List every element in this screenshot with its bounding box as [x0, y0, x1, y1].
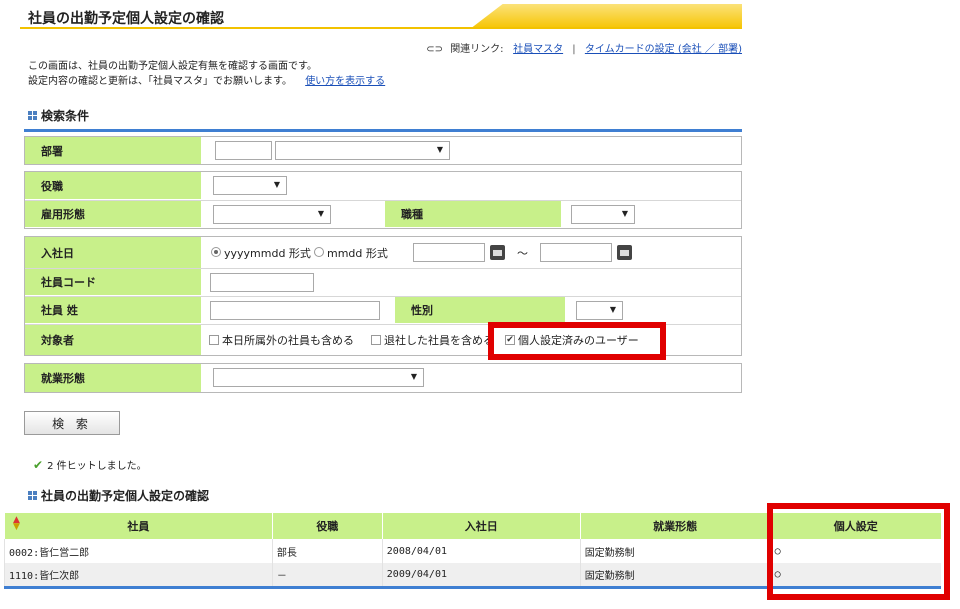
dropdown-arrow-icon: ▼: [273, 180, 280, 189]
description-line-1: この画面は、社員の出勤予定個人設定有無を確認する画面です。: [28, 61, 317, 72]
row-employee-code: 社員コード: [25, 268, 741, 295]
cell-employee: 0002:皆仁営二郎: [4, 539, 273, 563]
hit-count-message: ✔ 2 件ヒットしました。: [33, 457, 147, 473]
search-block-position: 役職 ▼ 雇用形態 ▼ 職種 ▼: [24, 171, 742, 229]
calendar-icon[interactable]: [617, 245, 632, 260]
employment-type-select[interactable]: ▼: [213, 205, 331, 224]
department-code-input[interactable]: [215, 141, 272, 160]
label-target: 対象者: [25, 325, 201, 355]
gender-select[interactable]: ▼: [576, 301, 623, 320]
employee-code-input[interactable]: [210, 273, 314, 292]
date-format-mmdd-label: mmdd 形式: [327, 246, 388, 260]
work-type-select[interactable]: ▼: [213, 368, 424, 387]
job-type-select[interactable]: ▼: [571, 205, 635, 224]
include-retired-checkbox[interactable]: [371, 335, 381, 345]
label-hire-date: 入社日: [25, 237, 201, 268]
row-hire-date: 入社日 yyyymmdd 形式 mmdd 形式 ～: [25, 237, 741, 268]
label-department: 部署: [25, 137, 201, 164]
column-header-position: 役職: [271, 513, 383, 539]
dropdown-arrow-icon: ▼: [410, 372, 417, 381]
results-section-title: 社員の出勤予定個人設定の確認: [28, 487, 209, 504]
row-work-type: 就業形態 ▼: [25, 364, 741, 392]
dropdown-arrow-icon: ▼: [609, 305, 616, 314]
search-button[interactable]: 検 索: [24, 411, 120, 435]
search-top-border: [24, 129, 742, 132]
employee-master-link[interactable]: 社員マスタ: [513, 44, 563, 55]
related-links: ⊂⊃ 関連リンク: 社員マスタ | タイムカードの設定 (会社 ／ 部署): [426, 40, 742, 55]
highlight-personal-setting-column: [767, 503, 950, 600]
row-department: 部署 ▼: [25, 137, 741, 164]
description-line-2: 設定内容の確認と更新は、「社員マスタ」でお願いします。 使い方を表示する: [28, 72, 385, 87]
grid-square-icon: [28, 491, 37, 500]
help-link[interactable]: 使い方を表示する: [305, 76, 385, 87]
chain-link-icon: ⊂⊃: [426, 44, 443, 55]
cell-work-type: 固定勤務制: [579, 539, 771, 563]
cell-position: 部長: [271, 539, 383, 563]
label-employee-code: 社員コード: [25, 269, 201, 295]
include-other-dept-label: 本日所属外の社員も含める: [222, 334, 354, 347]
link-separator: |: [572, 44, 576, 55]
label-gender: 性別: [395, 297, 565, 323]
label-job-type: 職種: [385, 201, 561, 227]
check-mark-icon: ✔: [33, 457, 44, 472]
date-format-yyyymmdd-radio[interactable]: [211, 247, 221, 257]
date-format-mmdd-radio[interactable]: [314, 247, 324, 257]
date-format-yyyymmdd-label: yyyymmdd 形式: [224, 246, 311, 260]
cell-hire-date: 2008/04/01: [381, 539, 581, 563]
position-select[interactable]: ▼: [213, 176, 287, 195]
timecard-settings-link[interactable]: タイムカードの設定 (会社 ／ 部署): [585, 44, 742, 55]
column-header-hire-date: 入社日: [381, 513, 581, 539]
calendar-icon[interactable]: [490, 245, 505, 260]
row-employment: 雇用形態 ▼ 職種 ▼: [25, 200, 741, 227]
page-title: 社員の出勤予定個人設定の確認: [28, 11, 224, 27]
search-block-work-type: 就業形態 ▼: [24, 363, 742, 393]
label-last-name: 社員 姓: [25, 297, 201, 323]
label-work-type: 就業形態: [25, 364, 201, 392]
include-retired-label: 退社した社員を含める: [384, 334, 494, 347]
cell-hire-date: 2009/04/01: [381, 563, 581, 589]
highlight-personal-set-checkbox: [488, 322, 666, 360]
last-name-input[interactable]: [210, 301, 380, 320]
row-position: 役職 ▼: [25, 172, 741, 199]
cell-position: －: [271, 563, 383, 589]
department-select[interactable]: ▼: [275, 141, 450, 160]
related-label: 関連リンク:: [450, 44, 504, 55]
row-last-name: 社員 姓 性別 ▼: [25, 296, 741, 323]
hire-date-to-input[interactable]: [540, 243, 612, 262]
cell-employee: 1110:皆仁次郎: [4, 563, 273, 589]
label-position: 役職: [25, 172, 201, 199]
description-text: 設定内容の確認と更新は、「社員マスタ」でお願いします。: [28, 76, 292, 87]
label-employment-type: 雇用形態: [25, 201, 201, 227]
grid-square-icon: [28, 111, 37, 120]
search-section-title: 検索条件: [28, 107, 89, 124]
dropdown-arrow-icon: ▼: [621, 209, 628, 218]
column-header-work-type: 就業形態: [579, 513, 771, 539]
column-header-employee[interactable]: ▲ ▼ 社員: [4, 513, 273, 539]
include-other-dept-checkbox[interactable]: [209, 335, 219, 345]
hire-date-from-input[interactable]: [413, 243, 485, 262]
title-decoration: [470, 4, 742, 29]
dropdown-arrow-icon: ▼: [436, 145, 443, 154]
sort-arrow-icon[interactable]: ▲ ▼: [13, 516, 20, 532]
search-block-department: 部署 ▼: [24, 136, 742, 165]
cell-work-type: 固定勤務制: [579, 563, 771, 589]
date-range-tilde: ～: [517, 246, 528, 260]
dropdown-arrow-icon: ▼: [317, 209, 324, 218]
